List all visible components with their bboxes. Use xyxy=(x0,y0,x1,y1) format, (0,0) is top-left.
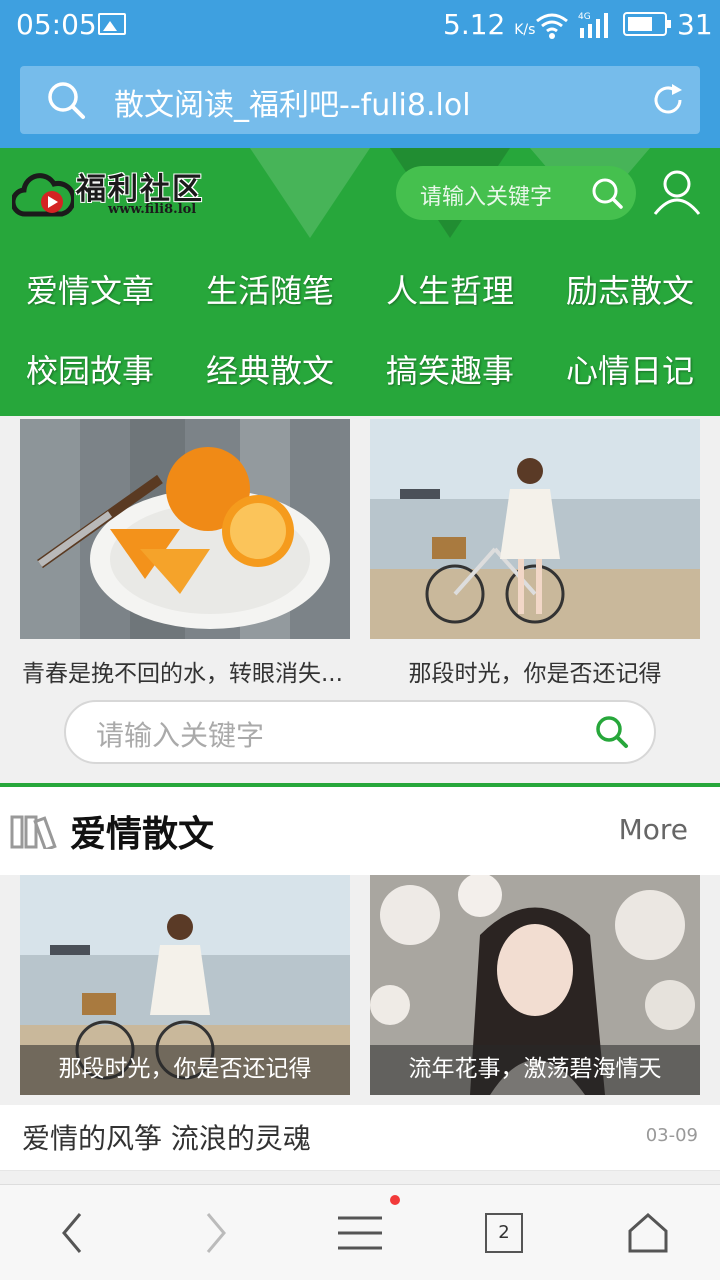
category-item[interactable]: 励志散文 xyxy=(540,266,720,312)
cell-signal-icon: 4G xyxy=(578,12,608,38)
search-icon[interactable] xyxy=(590,176,624,210)
menu-icon xyxy=(338,1216,382,1250)
category-item[interactable]: 心情日记 xyxy=(540,346,720,392)
category-nav: 爱情文章 生活随笔 人生哲理 励志散文 校园故事 经典散文 搞笑趣事 心情日记 xyxy=(0,238,720,416)
girl-bicycle-photo xyxy=(370,419,700,639)
status-bar: 05:05 5.12 K/s 4G 31 xyxy=(0,0,720,52)
oranges-photo xyxy=(20,419,350,639)
section-card-caption: 流年花事，激荡碧海情天 xyxy=(370,1045,700,1095)
header-search-placeholder: 请输入关键字 xyxy=(420,185,553,210)
user-icon[interactable] xyxy=(652,168,702,216)
books-icon xyxy=(10,815,57,849)
site-logo[interactable]: 福利社区 www.fili8.lol xyxy=(12,164,212,224)
battery-icon xyxy=(623,12,671,36)
category-item[interactable]: 爱情文章 xyxy=(0,266,180,312)
header-search-box[interactable]: 请输入关键字 xyxy=(396,166,636,220)
wifi-icon xyxy=(536,13,568,39)
cloud-play-icon xyxy=(12,173,74,217)
site-header: 福利社区 www.fili8.lol 请输入关键字 xyxy=(0,148,720,238)
featured-card-image[interactable] xyxy=(20,419,350,639)
category-item[interactable]: 经典散文 xyxy=(180,346,360,392)
browser-bottom-nav: 2 xyxy=(0,1184,720,1280)
menu-button[interactable] xyxy=(288,1185,432,1280)
section-card[interactable]: 流年花事，激荡碧海情天 xyxy=(370,875,700,1095)
content-search-placeholder: 请输入关键字 xyxy=(96,719,265,752)
article-date: 03-09 xyxy=(645,1125,698,1146)
featured-card-caption[interactable]: 那段时光，你是否还记得 xyxy=(370,654,700,688)
article-list-item[interactable]: 爱情的风筝 流浪的灵魂 03-09 xyxy=(0,1105,720,1171)
featured-card-caption[interactable]: 青春是挽不回的水，转眼消失... xyxy=(20,654,350,688)
section-header: 爱情散文 More xyxy=(0,787,720,875)
forward-button[interactable] xyxy=(144,1185,288,1280)
chevron-left-icon xyxy=(62,1213,82,1253)
search-icon[interactable] xyxy=(594,714,630,750)
section-title: 爱情散文 xyxy=(70,814,215,855)
address-text: 散文阅读_福利吧--fuli8.lol xyxy=(114,88,471,123)
more-link[interactable]: More xyxy=(619,813,688,846)
logo-url: www.fili8.lol xyxy=(108,202,197,217)
category-item[interactable]: 生活随笔 xyxy=(180,266,360,312)
category-item[interactable]: 搞笑趣事 xyxy=(360,346,540,392)
image-notification-icon xyxy=(98,13,126,35)
section-card[interactable]: 那段时光，你是否还记得 xyxy=(20,875,350,1095)
network-type-label: 4G xyxy=(578,12,591,22)
article-title: 爱情的风筝 流浪的灵魂 xyxy=(22,1122,311,1155)
tabs-button[interactable]: 2 xyxy=(485,1213,523,1253)
home-button[interactable] xyxy=(576,1185,720,1280)
content-search-box[interactable]: 请输入关键字 xyxy=(64,700,656,764)
status-time: 05:05 xyxy=(16,8,97,41)
battery-level: 31 xyxy=(677,8,713,41)
featured-card-image[interactable] xyxy=(370,419,700,639)
chevron-right-icon xyxy=(206,1213,226,1253)
notification-dot xyxy=(390,1195,400,1205)
home-icon xyxy=(628,1213,668,1253)
section-card-caption: 那段时光，你是否还记得 xyxy=(20,1045,350,1095)
address-bar[interactable]: 散文阅读_福利吧--fuli8.lol xyxy=(20,66,700,134)
search-icon xyxy=(48,82,85,119)
back-button[interactable] xyxy=(0,1185,144,1280)
browser-toolbar: 散文阅读_福利吧--fuli8.lol xyxy=(0,52,720,148)
category-item[interactable]: 校园故事 xyxy=(0,346,180,392)
refresh-icon[interactable] xyxy=(650,82,686,118)
network-speed: 5.12 K/s xyxy=(443,8,536,41)
category-item[interactable]: 人生哲理 xyxy=(360,266,540,312)
